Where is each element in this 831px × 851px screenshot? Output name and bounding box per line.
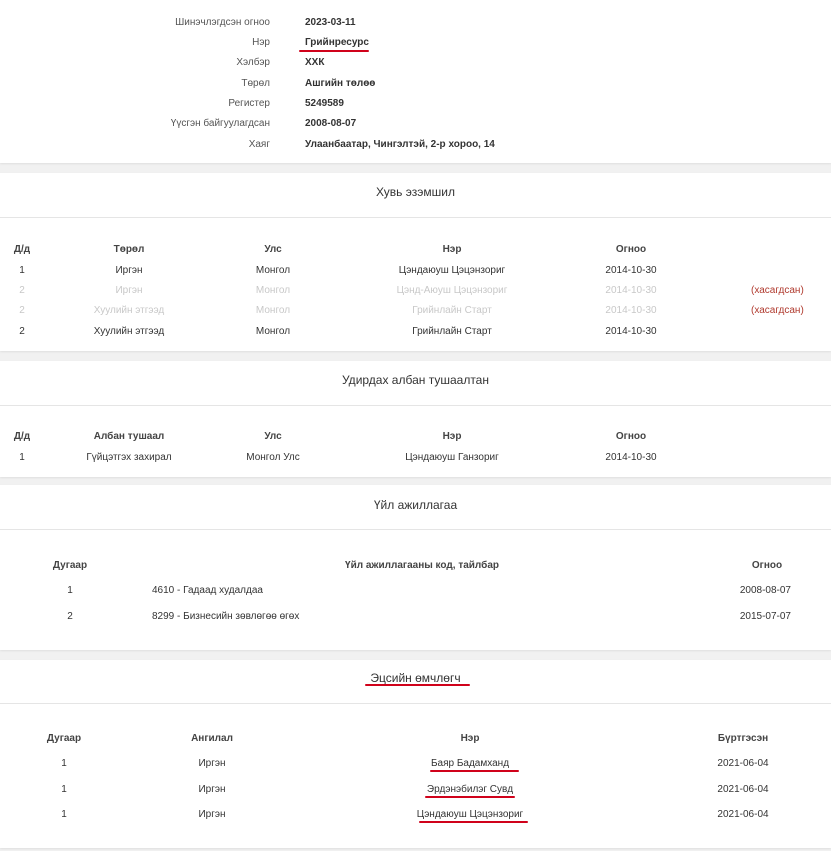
- col-header-date: Огноо: [751, 560, 783, 571]
- col-header-date: Огноо: [615, 431, 647, 442]
- shareholders-title: Хувь эзэмшил: [376, 185, 455, 199]
- shareholders-panel: Хувь эзэмшил Д/д Төрөл Улс Нэр Огноо 1 И…: [0, 173, 831, 351]
- highlight-underline: [299, 50, 369, 52]
- section-divider: [0, 405, 831, 406]
- label-address: Хаяг: [248, 139, 270, 150]
- value-name: Грийнресурс: [305, 37, 369, 48]
- highlight-underline: [430, 770, 519, 772]
- col-header-type: Төрөл: [113, 244, 145, 255]
- col-header-name: Нэр: [460, 733, 480, 744]
- col-header-category: Ангилал: [191, 733, 233, 744]
- label-name: Нэр: [252, 37, 270, 48]
- value-founded: 2008-08-07: [305, 118, 357, 129]
- section-divider: [0, 703, 831, 704]
- activities-panel: Үйл ажиллагаа Дугаар Үйл ажиллагааны код…: [0, 485, 831, 650]
- col-header-code: Үйл ажиллагааны код, тайлбар: [345, 560, 499, 571]
- value-address: Улаанбаатар, Чингэлтэй, 2-р хороо, 14: [305, 139, 495, 150]
- beneficiaries-title: Эцсийн өмчлөгч: [370, 671, 461, 685]
- col-header-name: Нэр: [442, 244, 462, 255]
- beneficiaries-panel: Эцсийн өмчлөгч Дугаар Ангилал Нэр Бүртгэ…: [0, 660, 831, 848]
- col-header-date: Огноо: [615, 244, 647, 255]
- col-header-country: Улс: [264, 431, 282, 442]
- col-header-no: Дугаар: [46, 733, 82, 744]
- label-updated-date: Шинэчлэгдсэн огноо: [175, 17, 270, 28]
- value-updated-date: 2023-03-11: [305, 17, 356, 28]
- label-form: Хэлбэр: [236, 57, 270, 68]
- col-header-no: Д/д: [13, 244, 31, 255]
- highlight-underline: [419, 821, 528, 823]
- col-header-name: Нэр: [442, 431, 462, 442]
- col-header-country: Улс: [264, 244, 282, 255]
- col-header-position: Албан тушаал: [93, 431, 165, 442]
- col-header-no: Д/д: [13, 431, 31, 442]
- col-header-no: Дугаар: [52, 560, 88, 571]
- label-type: Төрөл: [241, 78, 270, 89]
- removed-status: (хасагдсан): [751, 285, 804, 296]
- col-header-registered: Бүртгэсэн: [717, 733, 769, 744]
- highlight-underline: [425, 796, 515, 798]
- label-founded: Үүсгэн байгуулагдсан: [170, 118, 270, 129]
- value-register: 5249589: [305, 98, 344, 109]
- officials-panel: Удирдах албан тушаалтан Д/д Албан тушаал…: [0, 361, 831, 477]
- highlight-underline: [365, 684, 470, 686]
- section-divider: [0, 529, 831, 530]
- activities-title: Үйл ажиллагаа: [373, 498, 458, 512]
- section-divider: [0, 217, 831, 218]
- label-register: Регистер: [228, 98, 270, 109]
- removed-status: (хасагдсан): [751, 305, 804, 316]
- value-form: ХХК: [305, 57, 325, 68]
- officials-title: Удирдах албан тушаалтан: [342, 373, 489, 387]
- value-type: Ашгийн төлөө: [305, 78, 376, 89]
- general-info-panel: Шинэчлэгдсэн огноо 2023-03-11 Нэр Грийнр…: [0, 0, 831, 163]
